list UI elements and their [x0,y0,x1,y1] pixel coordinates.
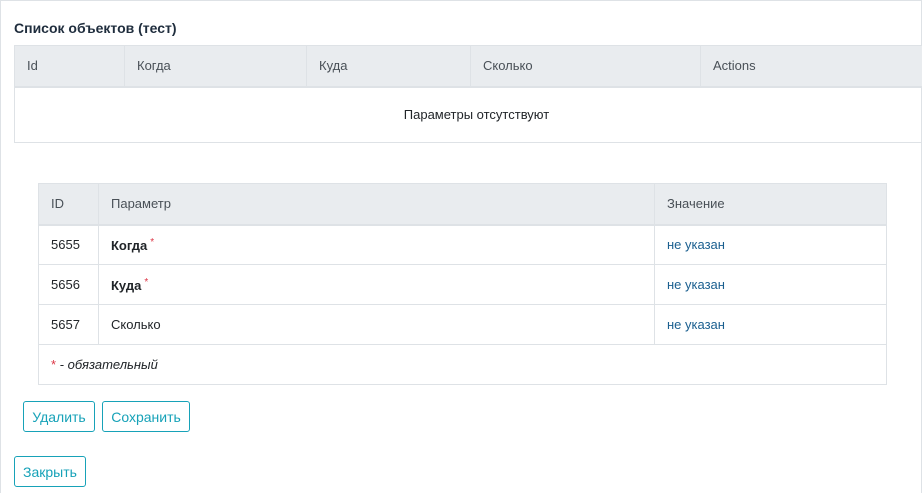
param-id: 5655 [38,224,99,265]
column-header-id[interactable]: Id [14,45,125,88]
close-button[interactable]: Закрыть [14,456,86,487]
empty-state-message: Параметры отсутствуют [14,86,922,143]
param-value-cell: не указан [654,304,887,345]
column-header-when[interactable]: Когда [124,45,307,88]
param-value-cell: не указан [654,264,887,305]
column-header-id: ID [38,183,99,226]
save-button[interactable]: Сохранить [102,401,190,432]
param-id: 5657 [38,304,99,345]
objects-table: Id Когда Куда Сколько Actions Параметры … [14,45,922,143]
page-title: Список объектов (тест) [14,20,177,36]
param-name: Куда [111,277,142,293]
objects-table-header: Id Когда Куда Сколько Actions [14,45,922,88]
param-value-link[interactable]: не указан [667,277,725,292]
param-value-link[interactable]: не указан [667,317,725,332]
table-row: 5657 Сколько не указан [38,304,887,345]
column-header-how-many[interactable]: Сколько [470,45,701,88]
param-value-link[interactable]: не указан [667,237,725,252]
param-value-cell: не указан [654,224,887,265]
delete-button[interactable]: Удалить [23,401,95,432]
param-name: Сколько [111,317,161,332]
column-header-value: Значение [654,183,887,226]
required-footnote: * - обязательный [38,344,887,385]
param-id: 5656 [38,264,99,305]
column-header-where[interactable]: Куда [306,45,471,88]
param-name-cell: Куда * [98,264,655,305]
footnote-text: - обязательный [56,357,158,372]
table-row: 5656 Куда * не указан [38,264,887,305]
param-name-cell: Когда * [98,224,655,265]
param-name: Когда [111,237,148,253]
param-name-cell: Сколько [98,304,655,345]
column-header-actions: Actions [700,45,922,88]
footnote-row: * - обязательный [38,344,887,385]
required-marker: * [144,276,149,288]
required-marker: * [150,236,155,248]
column-header-param: Параметр [98,183,655,226]
params-table: ID Параметр Значение 5655 Когда * не указ… [38,183,887,385]
params-table-header: ID Параметр Значение [38,183,887,226]
table-row: 5655 Когда * не указан [38,224,887,265]
